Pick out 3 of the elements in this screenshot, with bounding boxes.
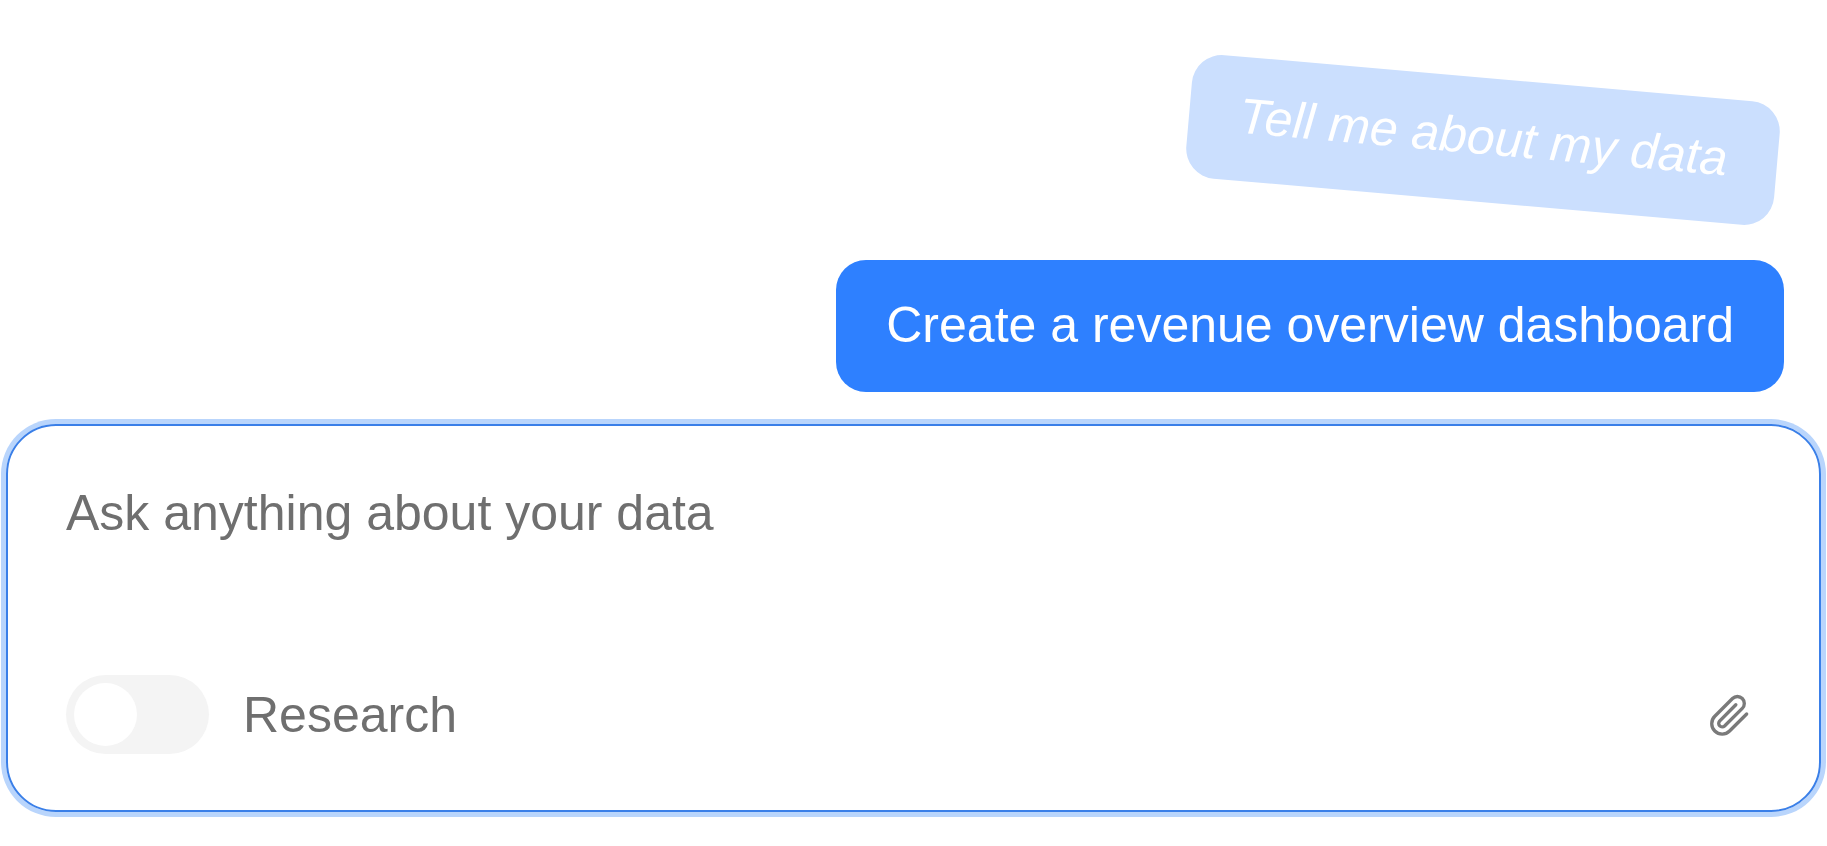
research-label: Research [243,685,457,744]
message-bubble: Create a revenue overview dashboard [836,260,1784,392]
input-field[interactable]: Ask anything about your data [66,484,1755,542]
